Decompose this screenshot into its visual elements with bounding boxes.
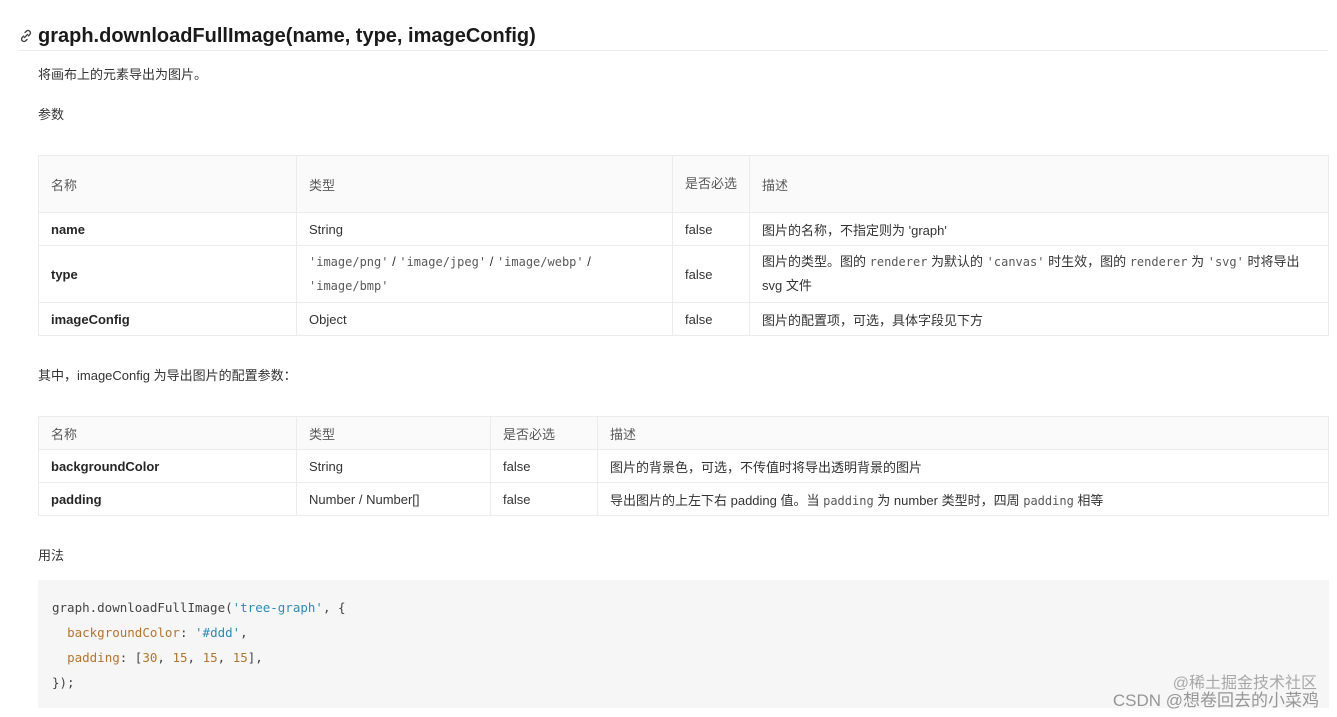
param-desc: 图片的配置项，可选，具体字段见下方 bbox=[749, 302, 1329, 336]
desc-text: 导出图片的上左下右 padding 值。当 bbox=[610, 492, 824, 508]
image-config-table: 名称 类型 是否必选 描述 backgroundColor String fal… bbox=[38, 416, 1329, 516]
param-name: name bbox=[38, 212, 297, 246]
param-type: 'image/png' / 'image/jpeg' / 'image/webp… bbox=[296, 245, 673, 303]
config-type: String bbox=[296, 449, 491, 483]
code-punct: : bbox=[179, 625, 196, 640]
heading-row: graph.downloadFullImage(name, type, imag… bbox=[18, 22, 1328, 51]
page-title: graph.downloadFullImage(name, type, imag… bbox=[38, 25, 536, 47]
param-desc: 图片的名称，不指定则为 'graph' bbox=[749, 212, 1329, 246]
desc-code: padding bbox=[823, 493, 874, 508]
code-number: 15 bbox=[202, 650, 218, 665]
desc-code: padding bbox=[1023, 493, 1074, 508]
col-type-header: 类型 bbox=[296, 416, 491, 450]
desc-text: 为 number 类型时，四周 bbox=[873, 492, 1024, 508]
desc-text: 相等 bbox=[1073, 492, 1104, 508]
desc-text: 图片的类型。图的 bbox=[762, 254, 870, 269]
config-desc: 导出图片的上左下右 padding 值。当 padding 为 number 类… bbox=[597, 482, 1329, 516]
table-row: type 'image/png' / 'image/jpeg' / 'image… bbox=[38, 245, 1329, 303]
params-label: 参数 bbox=[38, 107, 65, 122]
param-type: Object bbox=[296, 302, 673, 336]
col-name-header: 名称 bbox=[38, 155, 297, 213]
type-code: 'image/jpeg' bbox=[399, 255, 487, 269]
code-key: backgroundColor bbox=[67, 625, 180, 640]
table-header-row: 名称 类型 是否必选 描述 bbox=[38, 416, 1329, 450]
param-type: String bbox=[296, 212, 673, 246]
code-punct: ], bbox=[247, 650, 263, 665]
config-name: backgroundColor bbox=[38, 449, 297, 483]
code-punct: , bbox=[240, 625, 248, 640]
type-code: 'image/webp' bbox=[496, 255, 584, 269]
desc-code: renderer bbox=[1129, 255, 1188, 269]
param-name: imageConfig bbox=[38, 302, 297, 336]
table-row: imageConfig Object false 图片的配置项，可选，具体字段见… bbox=[38, 302, 1329, 336]
config-desc: 图片的背景色，可选，不传值时将导出透明背景的图片 bbox=[597, 449, 1329, 483]
config-name: padding bbox=[38, 482, 297, 516]
type-separator: / bbox=[392, 254, 396, 269]
config-type: Number / Number[] bbox=[296, 482, 491, 516]
desc-text: 为 bbox=[1187, 254, 1208, 269]
code-number: 15 bbox=[172, 650, 188, 665]
code-line: padding: [30, 15, 15, 15], bbox=[67, 650, 263, 665]
watermark: CSDN @想卷回去的小菜鸡 bbox=[1112, 691, 1319, 710]
code-number: 15 bbox=[232, 650, 248, 665]
table-row: backgroundColor String false 图片的背景色，可选，不… bbox=[38, 449, 1329, 483]
table-header-row: 名称 类型 是否必选 描述 bbox=[38, 155, 1329, 213]
usage-label: 用法 bbox=[38, 548, 65, 563]
col-type-header: 类型 bbox=[296, 155, 673, 213]
param-required: false bbox=[672, 302, 750, 336]
code-line: backgroundColor: '#ddd', bbox=[52, 620, 1315, 645]
config-required: false bbox=[490, 449, 598, 483]
code-key: padding bbox=[67, 650, 120, 665]
code-punct: : [ bbox=[119, 650, 143, 665]
code-string: 'tree-graph' bbox=[232, 600, 323, 615]
code-punct: , { bbox=[322, 600, 346, 615]
config-intro-text: 其中，imageConfig 为导出图片的配置参数： bbox=[38, 368, 297, 383]
config-required: false bbox=[490, 482, 598, 516]
type-code: 'image/bmp' bbox=[309, 279, 389, 293]
intro-text: 将画布上的元素导出为图片。 bbox=[38, 67, 208, 82]
type-separator: / bbox=[587, 254, 591, 269]
desc-code: 'svg' bbox=[1207, 255, 1244, 269]
code-number: 30 bbox=[142, 650, 158, 665]
code-string: '#ddd' bbox=[195, 625, 241, 640]
desc-code: renderer bbox=[869, 255, 928, 269]
col-name-header: 名称 bbox=[38, 416, 297, 450]
col-required-header: 是否必选 bbox=[490, 416, 598, 450]
table-row: name String false 图片的名称，不指定则为 'graph' bbox=[38, 212, 1329, 246]
col-desc-header: 描述 bbox=[749, 155, 1329, 213]
params-table: 名称 类型 是否必选 描述 name String false 图片的名称，不指… bbox=[38, 155, 1329, 336]
type-code: 'image/png' bbox=[309, 255, 389, 269]
type-separator: / bbox=[489, 254, 494, 269]
param-name: type bbox=[38, 245, 297, 303]
param-desc: 图片的类型。图的 renderer 为默认的 'canvas' 时生效，图的 r… bbox=[749, 245, 1329, 303]
col-required-header: 是否必选 bbox=[672, 155, 750, 213]
param-required: false bbox=[672, 245, 750, 303]
col-desc-header: 描述 bbox=[597, 416, 1329, 450]
code-fn: graph.downloadFullImage( bbox=[52, 600, 233, 615]
code-line: graph.downloadFullImage('tree-graph', { bbox=[52, 595, 1315, 620]
link-icon[interactable] bbox=[18, 28, 34, 44]
desc-text: 为默认的 bbox=[927, 254, 987, 269]
param-required: false bbox=[672, 212, 750, 246]
desc-text: 时生效，图的 bbox=[1044, 254, 1130, 269]
desc-code: 'canvas' bbox=[986, 255, 1045, 269]
table-row: padding Number / Number[] false 导出图片的上左下… bbox=[38, 482, 1329, 516]
